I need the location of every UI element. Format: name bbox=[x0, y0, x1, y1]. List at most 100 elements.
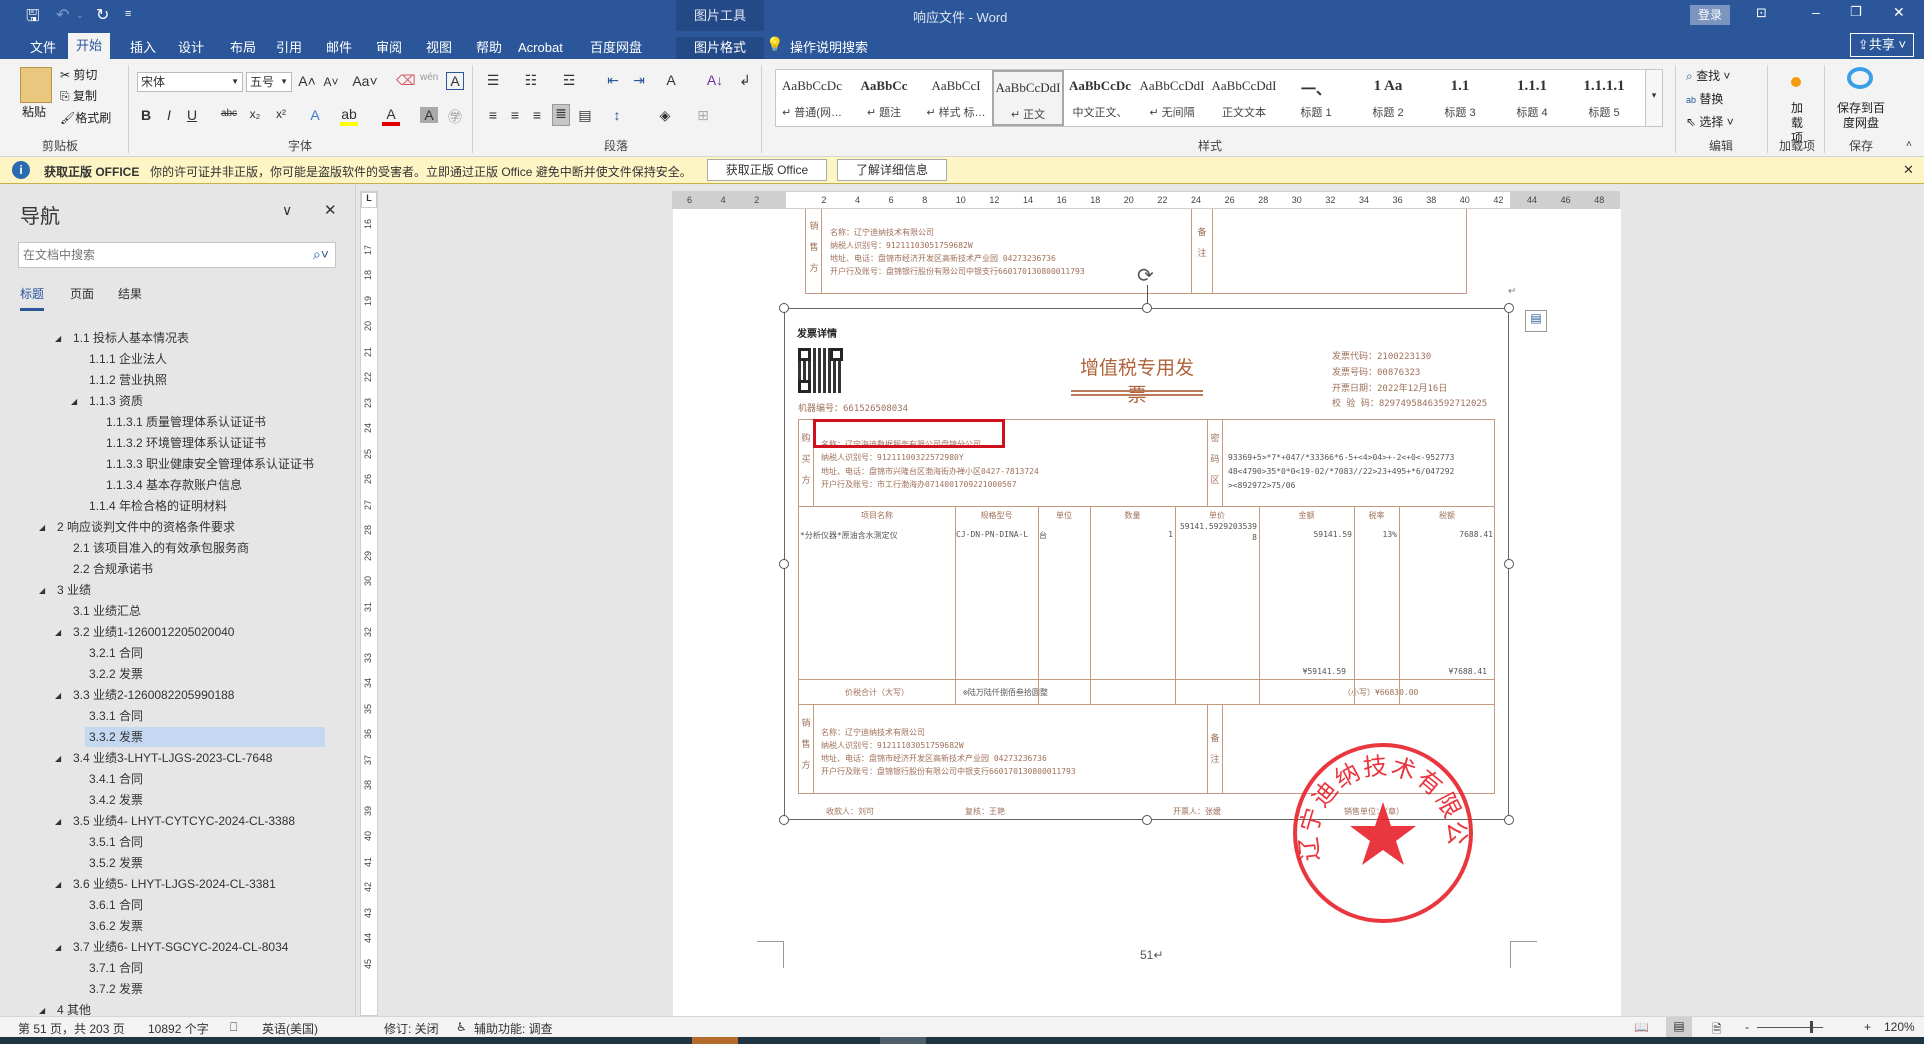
share-button[interactable]: ⇪共享 ˅ bbox=[1850, 33, 1914, 57]
increase-indent-icon[interactable]: ⇥ bbox=[630, 72, 648, 89]
nav-heading-item[interactable]: 1.1.4 年检合格的证明材料 bbox=[85, 496, 227, 516]
style-item[interactable]: 1 Aa 标题 2 bbox=[1352, 70, 1424, 126]
zoom-out-button[interactable]: - bbox=[1745, 1020, 1749, 1034]
login-button[interactable]: 登录 bbox=[1690, 5, 1730, 25]
resize-handle-s[interactable] bbox=[1142, 815, 1152, 825]
resize-handle-n[interactable] bbox=[1142, 303, 1152, 313]
nav-heading-item[interactable]: 2 响应谈判文件中的资格条件要求 bbox=[53, 517, 235, 537]
borders-icon[interactable]: ⊞ bbox=[694, 107, 712, 124]
nav-heading-item[interactable]: 1.1.3 资质 bbox=[85, 391, 143, 411]
align-center-icon[interactable]: ≡ bbox=[506, 107, 524, 123]
layout-options-icon[interactable]: ▤ bbox=[1525, 310, 1547, 332]
resize-handle-ne[interactable] bbox=[1504, 303, 1514, 313]
accessibility-status[interactable]: 辅助功能: 调查 bbox=[474, 1020, 553, 1037]
resize-handle-se[interactable] bbox=[1504, 815, 1514, 825]
tab-5[interactable]: 引用 bbox=[268, 37, 310, 59]
align-right-icon[interactable]: ≡ bbox=[528, 107, 546, 123]
justify-icon[interactable]: ≣ bbox=[552, 104, 570, 126]
sort-icon[interactable]: A↓ bbox=[706, 72, 724, 88]
nav-close-icon[interactable]: ✕ bbox=[324, 201, 337, 219]
change-case-icon[interactable]: Aa˅ bbox=[352, 73, 378, 89]
print-layout-icon[interactable]: ▤ bbox=[1666, 1017, 1692, 1037]
minimize-button[interactable]: – bbox=[1812, 4, 1820, 20]
undo-dropdown-icon[interactable]: ⌄ bbox=[76, 10, 84, 21]
addins-icon[interactable] bbox=[1791, 77, 1801, 87]
underline-icon[interactable]: U bbox=[183, 107, 201, 123]
nav-tab-2[interactable]: 结果 bbox=[118, 285, 142, 302]
collapse-arrow-icon[interactable]: ◢ bbox=[39, 586, 45, 595]
nav-search-box[interactable]: ⌕˅ bbox=[18, 242, 336, 268]
style-item[interactable]: 1.1.1 标题 4 bbox=[1496, 70, 1568, 126]
style-item[interactable]: AaBbCcDc ↵ 普通(网… bbox=[776, 70, 848, 126]
tab-7[interactable]: 审阅 bbox=[368, 37, 410, 59]
character-shading-icon[interactable]: A bbox=[420, 107, 438, 123]
collapse-arrow-icon[interactable]: ◢ bbox=[55, 754, 61, 763]
nav-heading-item[interactable]: 1.1.3.4 基本存款账户信息 bbox=[102, 475, 242, 495]
style-item[interactable]: AaBbCcI ↵ 样式 标… bbox=[920, 70, 992, 126]
language[interactable]: 英语(美国) bbox=[262, 1020, 318, 1037]
nav-heading-item[interactable]: 1.1.3.2 环境管理体系认证证书 bbox=[102, 433, 266, 453]
tab-2[interactable]: 插入 bbox=[122, 37, 164, 59]
nav-heading-item[interactable]: 3.5.1 合同 bbox=[85, 832, 143, 852]
show-marks-icon[interactable]: ↲ bbox=[736, 72, 754, 89]
nav-heading-item[interactable]: 3 业绩 bbox=[53, 580, 91, 600]
taskbar-app[interactable] bbox=[880, 1037, 926, 1044]
style-item[interactable]: 1.1 标题 3 bbox=[1424, 70, 1496, 126]
nav-heading-item[interactable]: 3.2 业绩1-1260012205020040 bbox=[69, 622, 234, 642]
nav-options-chevron-icon[interactable]: ∨ bbox=[282, 202, 292, 219]
collapse-arrow-icon[interactable]: ◢ bbox=[55, 817, 61, 826]
collapse-arrow-icon[interactable]: ◢ bbox=[71, 397, 77, 406]
select-button[interactable]: ⇖ 选择 ˅ bbox=[1686, 113, 1734, 130]
font-color-icon[interactable]: A bbox=[382, 106, 400, 126]
tab-6[interactable]: 邮件 bbox=[318, 37, 360, 59]
collapse-arrow-icon[interactable]: ◢ bbox=[55, 880, 61, 889]
phonetic-guide-icon[interactable]: wén bbox=[420, 72, 438, 83]
tab-3[interactable]: 设计 bbox=[170, 37, 212, 59]
proofing-icon[interactable]: ⎕ bbox=[230, 1020, 237, 1035]
nav-search-input[interactable] bbox=[23, 244, 293, 266]
clear-formatting-icon[interactable]: ⌫ bbox=[396, 72, 416, 89]
resize-handle-e[interactable] bbox=[1504, 559, 1514, 569]
italic-icon[interactable]: I bbox=[160, 107, 178, 123]
nav-heading-item[interactable]: 3.5 业绩4- LHYT-CYTCYC-2024-CL-3388 bbox=[69, 811, 295, 831]
tab-8[interactable]: 视图 bbox=[418, 37, 460, 59]
collapse-arrow-icon[interactable]: ◢ bbox=[39, 1006, 45, 1015]
read-mode-icon[interactable]: 📖 bbox=[1634, 1020, 1649, 1034]
collapse-arrow-icon[interactable]: ◢ bbox=[55, 943, 61, 952]
text-effects-icon[interactable]: A bbox=[306, 107, 324, 123]
styles-more-button[interactable]: ▾ bbox=[1645, 69, 1663, 127]
distributed-icon[interactable]: ▤ bbox=[576, 107, 594, 124]
font-name-select[interactable]: 宋体 ▼ bbox=[137, 72, 243, 92]
nav-heading-item[interactable]: 3.6.1 合同 bbox=[85, 895, 143, 915]
customize-qat-icon[interactable]: ≡ bbox=[125, 8, 131, 20]
resize-handle-sw[interactable] bbox=[779, 815, 789, 825]
rotate-handle-icon[interactable]: ⟳ bbox=[1137, 263, 1154, 288]
nav-heading-item[interactable]: 2.2 合规承诺书 bbox=[69, 559, 153, 579]
enclose-character-icon[interactable]: ㊫ bbox=[446, 107, 464, 127]
nav-heading-item[interactable]: 3.1 业绩汇总 bbox=[69, 601, 141, 621]
format-painter-button[interactable]: 🖌格式刷 bbox=[60, 109, 111, 126]
nav-heading-item[interactable]: 1.1.3.3 职业健康安全管理体系认证证书 bbox=[102, 454, 314, 474]
style-item[interactable]: AaBbCc ↵ 题注 bbox=[848, 70, 920, 126]
taskbar-app-active[interactable] bbox=[692, 1037, 738, 1044]
search-icon[interactable]: ⌕˅ bbox=[313, 246, 329, 263]
resize-handle-w[interactable] bbox=[779, 559, 789, 569]
tab-4[interactable]: 布局 bbox=[222, 37, 264, 59]
style-item[interactable]: AaBbCcDdI ↵ 无间隔 bbox=[1136, 70, 1208, 126]
tab-12[interactable]: 图片格式 bbox=[676, 37, 764, 59]
line-spacing-icon[interactable]: ↕ bbox=[608, 107, 626, 123]
nav-heading-item[interactable]: 1.1.1 企业法人 bbox=[85, 349, 167, 369]
nav-heading-item[interactable]: 1.1.3.1 质量管理体系认证证书 bbox=[102, 412, 266, 432]
paste-icon[interactable] bbox=[20, 67, 52, 103]
tab-0[interactable]: 文件 bbox=[22, 37, 64, 59]
style-item[interactable]: AaBbCcDdI 正文文本 bbox=[1208, 70, 1280, 126]
collapse-ribbon-icon[interactable]: ˄ bbox=[1906, 139, 1912, 150]
nav-heading-item[interactable]: 3.4.2 发票 bbox=[85, 790, 143, 810]
tab-11[interactable]: 百度网盘 bbox=[582, 37, 650, 59]
nav-heading-item[interactable]: 3.3 业绩2-1260082205990188 bbox=[69, 685, 234, 705]
nav-heading-item[interactable]: 1.1.2 营业执照 bbox=[85, 370, 167, 390]
nav-heading-item[interactable]: 3.4.1 合同 bbox=[85, 769, 143, 789]
page-count[interactable]: 第 51 页，共 203 页 bbox=[18, 1020, 125, 1037]
nav-heading-item[interactable]: 3.6.2 发票 bbox=[85, 916, 143, 936]
align-left-icon[interactable]: ≡ bbox=[484, 107, 502, 123]
